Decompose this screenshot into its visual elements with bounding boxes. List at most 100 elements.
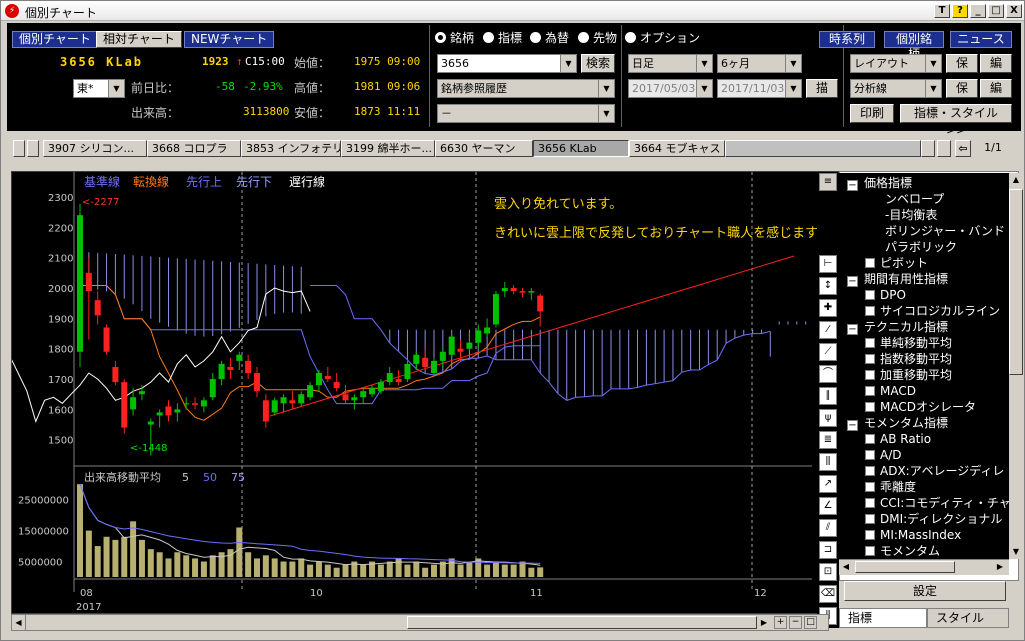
tree-item-ichimoku[interactable]: -目均衡表	[885, 207, 937, 223]
indicator-tree[interactable]: − 価格指標 ンベロープ -目均衡表 ボリンジャー・バンド パラボリック ピボット…	[839, 173, 1009, 559]
layout-select[interactable]: レイアウト ▼	[850, 54, 942, 73]
tree-group-price[interactable]: − 価格指標	[847, 175, 912, 191]
tree-item-pivot[interactable]: ピボット	[865, 255, 928, 271]
horizontal-line-icon[interactable]: ⊢	[819, 255, 837, 273]
range-select[interactable]: 6ヶ月 ▼	[717, 54, 802, 73]
tree-item-psychological[interactable]: サイコロジカルライン	[865, 303, 1000, 319]
edit-layout-button[interactable]: 編集	[980, 54, 1012, 87]
maximize-button[interactable]: □	[988, 4, 1004, 18]
tab-new-chart[interactable]: NEWチャート	[184, 31, 275, 48]
tab-kobetsu-chart[interactable]: 個別チャート	[12, 31, 98, 48]
zoom-in-icon[interactable]: +	[774, 616, 787, 629]
tab-style[interactable]: スタイル	[927, 608, 1009, 628]
settings-button[interactable]: 設定	[844, 581, 1006, 601]
rectangle-tool-icon[interactable]: ⊡	[819, 563, 837, 581]
close-button[interactable]: X	[1006, 4, 1022, 18]
print-button[interactable]: 印刷	[850, 104, 894, 123]
menu-icon[interactable]: ≡	[819, 173, 837, 191]
indicator-style-button[interactable]: 指標・スタイル>>	[900, 104, 1012, 137]
stock-tab-active[interactable]: 3656 KLab	[533, 140, 629, 157]
tree-scroll-thumb[interactable]	[1009, 189, 1023, 375]
text-mode-button[interactable]: T	[934, 4, 950, 18]
radio-fx[interactable]: 為替	[530, 29, 569, 46]
interval-select[interactable]: 日足 ▼	[628, 54, 713, 73]
code-input[interactable]: 3656 ▼	[437, 54, 577, 73]
trend-line-icon[interactable]: ⁄	[819, 321, 837, 339]
tree-item-momentum[interactable]: モメンタム	[865, 543, 940, 559]
radio-index[interactable]: 指標	[483, 29, 522, 46]
erase-tool-icon[interactable]: ⌫	[819, 585, 837, 603]
time-series-button[interactable]: 時系列	[819, 31, 875, 48]
from-date-input[interactable]: 2017/05/03 ▼	[628, 79, 713, 98]
zoom-reset-icon[interactable]: □	[804, 616, 817, 629]
stock-tab[interactable]: 3664 モブキャス	[629, 140, 725, 157]
tree-item-sma[interactable]: 単純移動平均	[865, 335, 952, 351]
tab-first-button[interactable]	[13, 140, 25, 157]
stock-tab[interactable]: 6630 ヤーマン	[435, 140, 533, 157]
tree-item-dmi[interactable]: DMI:ディレクショナル	[865, 511, 1002, 527]
tree-item-deviation[interactable]: 乖離度	[865, 479, 916, 495]
tree-item-cci[interactable]: CCI:コモディティ・チャ	[865, 495, 1009, 511]
tab-scroll-left-button[interactable]	[921, 140, 935, 157]
history-select[interactable]: 銘柄参照履歴 ▼	[437, 79, 615, 98]
tab-scroll-right-button[interactable]	[937, 140, 951, 157]
individual-stock-button[interactable]: 個別銘柄	[884, 31, 944, 61]
tree-item-parabolic[interactable]: パラボリック	[885, 239, 957, 255]
tree-item-macd-osc[interactable]: MACDオシレータ	[865, 399, 976, 415]
stock-tab[interactable]: 3853 インフォテリ	[241, 140, 341, 157]
radio-futures[interactable]: 先物	[578, 29, 617, 46]
tree-hscroll-thumb[interactable]	[855, 561, 955, 573]
to-date-input[interactable]: 2017/11/03 ▼	[717, 79, 802, 98]
tree-item-bollinger[interactable]: ボリンジャー・バンド	[885, 223, 1005, 239]
fan-line-icon[interactable]: ⟋	[819, 343, 837, 361]
chart-area[interactable]: 1500 1600 1700 1800 1900 2000 2100 2200 2300 5000…	[11, 171, 839, 614]
minimize-button[interactable]: _	[970, 4, 986, 18]
radio-stock[interactable]: 銘柄	[435, 29, 474, 46]
tree-item-macd[interactable]: MACD	[865, 383, 916, 399]
arrow-left-icon[interactable]: ⇦	[955, 140, 971, 157]
ray-line-icon[interactable]: ↗	[819, 475, 837, 493]
bracket-tool-icon[interactable]: ⊐	[819, 541, 837, 559]
save-layout-button[interactable]: 保存	[946, 54, 978, 87]
tree-horizontal-scrollbar[interactable]: ◀ ▶	[839, 559, 1009, 575]
news-button[interactable]: ニュース	[950, 31, 1012, 48]
market-select[interactable]: 東* ▼	[73, 79, 125, 98]
save-analysis-button[interactable]: 保存	[946, 79, 978, 112]
cross-line-icon[interactable]: ✚	[819, 299, 837, 317]
chart-horizontal-scrollbar[interactable]: ◀ ▶ + − □	[11, 614, 829, 631]
channel-tool-icon[interactable]: ∥	[819, 387, 837, 405]
edit-analysis-button[interactable]: 編集	[980, 79, 1012, 112]
scroll-left-icon[interactable]: ◀	[12, 615, 26, 630]
scroll-right-icon[interactable]: ▶	[757, 615, 771, 630]
price-chart[interactable]: 1500 1600 1700 1800 1900 2000 2100 2200 2300 5000…	[12, 172, 838, 613]
scroll-right-icon[interactable]: ▶	[993, 560, 1007, 574]
search-button[interactable]: 検索	[581, 54, 615, 73]
tree-group-technical[interactable]: − テクニカル指標	[847, 319, 948, 335]
cycle-lines-icon[interactable]: ⫼	[819, 453, 837, 471]
stock-tab[interactable]: 3907 シリコン...	[43, 140, 147, 157]
tree-item-wma[interactable]: 加重移動平均	[865, 367, 952, 383]
help-button[interactable]: ?	[952, 4, 968, 18]
arc-tool-icon[interactable]: ⌒	[819, 365, 837, 383]
tree-item-ema[interactable]: 指数移動平均	[865, 351, 952, 367]
pitchfork-icon[interactable]: ψ	[819, 409, 837, 427]
parallel-line-icon[interactable]: ⫽	[819, 519, 837, 537]
tree-item-mi[interactable]: MI:MassIndex	[865, 527, 961, 543]
tab-soutai-chart[interactable]: 相対チャート	[96, 31, 182, 48]
tab-prev-button[interactable]	[27, 140, 39, 157]
stock-tab[interactable]: 3668 コロプラ	[147, 140, 241, 157]
vertical-line-icon[interactable]: ↕	[819, 277, 837, 295]
tree-vertical-scrollbar[interactable]: ▲ ▼	[1009, 173, 1023, 559]
tree-item-ab-ratio[interactable]: AB Ratio	[865, 431, 931, 447]
blank-select[interactable]: － ▼	[437, 104, 615, 123]
tab-indicators[interactable]: 指標	[839, 608, 927, 628]
angle-tool-icon[interactable]: ∠	[819, 497, 837, 515]
analysis-line-select[interactable]: 分析線 ▼	[850, 79, 942, 98]
scroll-down-icon[interactable]: ▼	[1009, 545, 1023, 559]
scroll-left-icon[interactable]: ◀	[839, 560, 853, 574]
scroll-up-icon[interactable]: ▲	[1009, 173, 1023, 187]
tree-item-dpo[interactable]: DPO	[865, 287, 906, 303]
stock-tab[interactable]: 3199 綿半ホー...	[341, 140, 435, 157]
tree-group-period[interactable]: − 期間有用性指標	[847, 271, 948, 287]
tree-item-envelope[interactable]: ンベロープ	[885, 191, 944, 207]
